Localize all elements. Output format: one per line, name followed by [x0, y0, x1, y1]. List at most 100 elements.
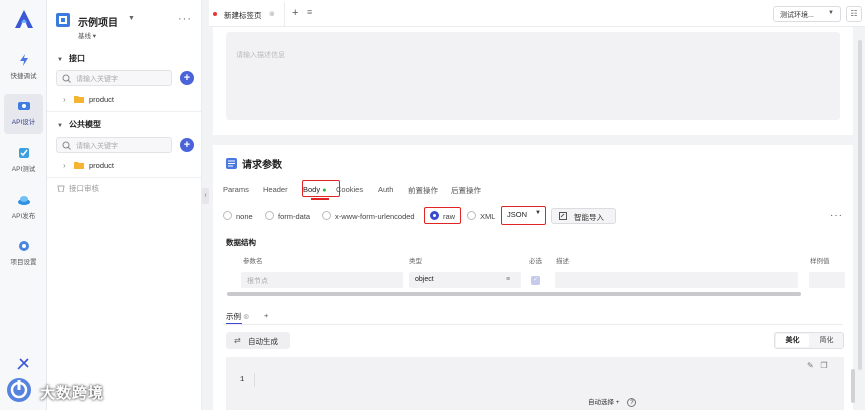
divider	[223, 324, 843, 325]
tab-list-icon[interactable]: ≡	[307, 7, 312, 17]
watermark-text: 大数跨境	[40, 385, 105, 402]
param-desc-input[interactable]	[555, 272, 798, 288]
api-tree-panel: 示例项目 ▼ 基线 ▾ ··· ▼ 接口 请输入关键字 + › product ▼…	[47, 0, 202, 410]
app-logo-icon[interactable]	[13, 9, 35, 29]
tree-folder-row[interactable]: › product	[63, 93, 183, 107]
col-required: 必选	[529, 258, 542, 265]
tab-cookies[interactable]: Cookies	[336, 185, 363, 194]
vertical-scrollbar[interactable]	[851, 369, 855, 403]
rail-item-label: 项目设置	[10, 259, 37, 266]
close-icon[interactable]: ⊗	[269, 10, 275, 18]
edit-icon[interactable]: ✎	[807, 361, 814, 370]
environment-select[interactable]: 测试环境... ▼	[773, 6, 841, 22]
caret-down-icon: ▼	[57, 123, 63, 129]
search-input[interactable]: 请输入关键字	[56, 70, 172, 86]
rail-item-label: API测试	[11, 166, 36, 173]
rail-item-quick-debug[interactable]: 快捷调试	[4, 48, 43, 88]
rail-item-api-publish[interactable]: API发布	[4, 188, 43, 228]
lightning-icon	[19, 54, 28, 66]
copy-icon[interactable]: ❐	[820, 361, 827, 370]
project-branch[interactable]: 基线 ▾	[78, 30, 96, 40]
more-icon[interactable]: ···	[178, 13, 192, 25]
tools-icon[interactable]	[16, 357, 30, 371]
radio-circle	[430, 211, 439, 220]
request-params-title: 请求参数	[226, 156, 282, 171]
search-input[interactable]: 请输入关键字	[56, 137, 172, 153]
project-name: 示例项目	[78, 18, 118, 29]
tab-params[interactable]: Params	[223, 185, 249, 194]
radio-raw[interactable]: raw	[430, 211, 455, 223]
api-test-icon	[18, 148, 29, 158]
chevron-right-icon: ›	[63, 95, 66, 104]
horizontal-scrollbar[interactable]	[227, 292, 801, 296]
required-checkbox[interactable]: ✓	[531, 276, 540, 285]
close-icon[interactable]: ⊗	[243, 312, 249, 321]
tab-pre-ops[interactable]: 前置操作	[408, 185, 438, 196]
rail-item-api-design[interactable]: API设计	[4, 94, 43, 134]
tab-header[interactable]: Header	[263, 185, 288, 194]
tab-example[interactable]: 示例 ⊗	[226, 311, 249, 322]
api-review-item[interactable]: 接口审核	[57, 183, 99, 194]
environment-settings-icon[interactable]: ☷	[846, 6, 862, 22]
review-icon	[57, 185, 65, 192]
add-api-button[interactable]: +	[180, 71, 194, 85]
col-desc: 描述	[556, 258, 569, 265]
add-model-button[interactable]: +	[180, 138, 194, 152]
radio-none[interactable]: none	[223, 211, 253, 223]
example-code-editor[interactable]: ✎ ❐ 1	[226, 357, 855, 410]
param-type-select[interactable]: object ≡	[409, 272, 521, 288]
rail-item-label: 快捷调试	[10, 73, 37, 80]
project-icon	[56, 13, 70, 27]
radio-circle	[223, 211, 232, 220]
refresh-icon: ⇄	[234, 336, 241, 345]
radio-xml[interactable]: XML	[467, 211, 495, 223]
add-tab-icon[interactable]: +	[292, 7, 298, 19]
request-params-card: 请求参数 Params Header Body ● Cookies Auth 前…	[213, 145, 855, 410]
folder-icon	[74, 162, 84, 169]
page-scrollbar[interactable]	[858, 40, 862, 370]
project-header[interactable]: 示例项目 ▼ 基线 ▾ ···	[56, 11, 196, 41]
param-name-input[interactable]: 根节点	[241, 272, 403, 288]
tab-post-ops[interactable]: 后置操作	[451, 185, 481, 196]
footer-actions: 自动选择 + ?	[588, 396, 637, 407]
description-card: 请输入描述信息	[213, 27, 853, 135]
divider	[47, 111, 201, 112]
format-toggle: 美化 简化	[774, 332, 844, 349]
section-apis-title[interactable]: ▼ 接口	[57, 53, 85, 64]
gutter-divider	[254, 373, 255, 387]
col-type: 类型	[409, 258, 422, 265]
rail-item-project-settings[interactable]: 项目设置	[4, 234, 43, 274]
simplify-button[interactable]: 简化	[810, 334, 843, 347]
tab-bar: 新建标签页 ⊗ + ≡ 测试环境... ▼ ☷	[209, 0, 865, 27]
col-example: 样例值	[810, 258, 830, 265]
more-icon[interactable]: ···	[830, 210, 843, 221]
auto-generate-button[interactable]: ⇄ 自动生成	[226, 332, 290, 349]
tree-folder-row[interactable]: › product	[63, 159, 183, 173]
editor-toolbar: ✎ ❐	[807, 361, 828, 370]
watermark: 大数跨境	[6, 375, 126, 405]
search-icon	[62, 74, 71, 83]
description-input[interactable]: 请输入描述信息	[226, 32, 840, 120]
api-design-icon	[17, 102, 30, 110]
section-models-title[interactable]: ▼ 公共模型	[57, 119, 101, 130]
tab-new[interactable]: 新建标签页 ⊗	[209, 2, 285, 27]
tab-auth[interactable]: Auth	[378, 185, 393, 194]
radio-urlencoded[interactable]: x-www-form-urlencoded	[322, 211, 415, 223]
auto-select-button[interactable]: 自动选择 +	[588, 399, 620, 406]
chevron-right-icon: ›	[63, 161, 66, 170]
help-icon[interactable]: ?	[627, 398, 637, 407]
rail-item-api-test[interactable]: API测试	[4, 141, 43, 181]
add-example-icon[interactable]: +	[264, 311, 268, 320]
collapse-panel-handle[interactable]: ‹	[202, 188, 209, 204]
radio-form-data[interactable]: form-data	[265, 211, 310, 223]
caret-down-icon: ▼	[535, 210, 541, 216]
param-example-input[interactable]	[809, 272, 845, 288]
import-icon	[559, 212, 567, 220]
smart-import-button[interactable]: 智能导入	[551, 208, 616, 224]
left-rail: 快捷调试 API设计 API测试 API发布 项目设置	[0, 0, 47, 410]
col-name: 参数名	[243, 258, 263, 265]
chevron-down-icon: ▼	[828, 10, 834, 16]
radio-circle	[265, 211, 274, 220]
raw-format-select[interactable]: JSON ▼	[504, 209, 544, 222]
beautify-button[interactable]: 美化	[776, 334, 809, 347]
